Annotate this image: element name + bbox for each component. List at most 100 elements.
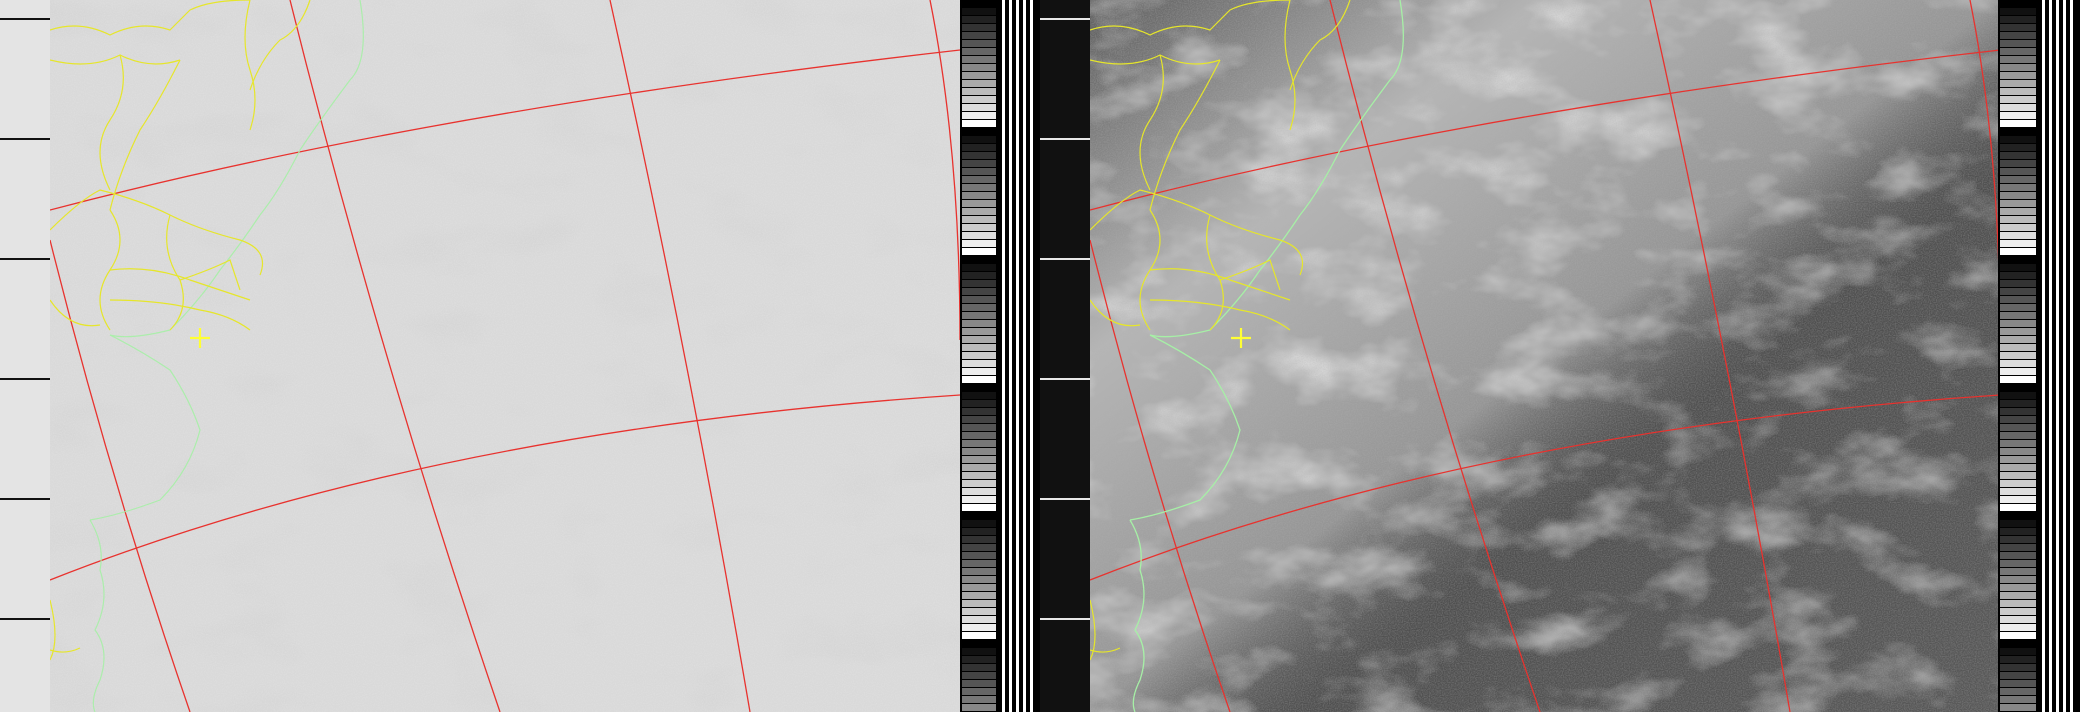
telemetry-wedge xyxy=(2000,136,2036,143)
telemetry-wedge xyxy=(962,120,996,127)
telemetry-wedge xyxy=(2000,400,2036,407)
telemetry-wedge xyxy=(962,144,996,151)
telemetry-wedge xyxy=(962,592,996,599)
telemetry-wedge xyxy=(2000,376,2036,383)
minute-tick xyxy=(0,378,50,380)
telemetry-wedge xyxy=(2000,640,2036,647)
telemetry-wedge xyxy=(2000,512,2036,519)
telemetry-wedge xyxy=(962,512,996,519)
telemetry-wedge xyxy=(962,704,996,711)
telemetry-wedge xyxy=(962,560,996,567)
sync-stripe xyxy=(2042,0,2045,712)
telemetry-wedge xyxy=(2000,304,2036,311)
telemetry-wedge xyxy=(2000,384,2036,391)
telemetry-wedge xyxy=(2000,344,2036,351)
telemetry-wedge xyxy=(962,672,996,679)
telemetry-wedge xyxy=(2000,472,2036,479)
telemetry-wedge xyxy=(962,424,996,431)
telemetry-wedge xyxy=(962,536,996,543)
telemetry-wedge xyxy=(2000,192,2036,199)
telemetry-wedge xyxy=(962,456,996,463)
telemetry-wedge xyxy=(2000,88,2036,95)
minute-tick xyxy=(0,498,50,500)
telemetry-wedge xyxy=(2000,32,2036,39)
telemetry-wedge xyxy=(962,192,996,199)
sync-stripe xyxy=(1023,0,1026,712)
telemetry-wedge xyxy=(2000,528,2036,535)
apt-image xyxy=(0,0,2080,712)
telemetry-wedge xyxy=(962,16,996,23)
sync-background xyxy=(2040,0,2080,712)
telemetry-wedge xyxy=(962,296,996,303)
telemetry-wedge xyxy=(2000,392,2036,399)
telemetry-wedge xyxy=(962,576,996,583)
telemetry-wedge xyxy=(962,664,996,671)
telemetry-wedge xyxy=(962,376,996,383)
telemetry-wedge xyxy=(2000,632,2036,639)
telemetry-wedge xyxy=(2000,552,2036,559)
telemetry-wedge xyxy=(2000,312,2036,319)
telemetry-wedge xyxy=(962,48,996,55)
telemetry-wedge xyxy=(962,640,996,647)
telemetry-wedge xyxy=(2000,432,2036,439)
space-view-b xyxy=(1040,0,1090,712)
telemetry-wedge xyxy=(962,328,996,335)
telemetry-wedges-b xyxy=(1998,0,2040,712)
telemetry-wedge xyxy=(962,544,996,551)
telemetry-wedge xyxy=(962,472,996,479)
telemetry-wedge xyxy=(962,584,996,591)
telemetry-wedge xyxy=(2000,592,2036,599)
telemetry-wedge xyxy=(962,312,996,319)
telemetry-wedge xyxy=(2000,232,2036,239)
telemetry-wedge xyxy=(962,520,996,527)
telemetry-wedge xyxy=(2000,224,2036,231)
telemetry-wedge xyxy=(2000,408,2036,415)
telemetry-wedge xyxy=(962,200,996,207)
telemetry-wedge xyxy=(962,32,996,39)
telemetry-wedge xyxy=(962,408,996,415)
telemetry-wedge xyxy=(962,264,996,271)
telemetry-wedge xyxy=(962,632,996,639)
telemetry-wedge xyxy=(2000,8,2036,15)
telemetry-wedge xyxy=(2000,80,2036,87)
telemetry-wedge xyxy=(2000,656,2036,663)
telemetry-wedge xyxy=(2000,560,2036,567)
telemetry-wedge xyxy=(962,256,996,263)
telemetry-wedge xyxy=(962,160,996,167)
telemetry-wedge xyxy=(2000,424,2036,431)
telemetry-wedge xyxy=(2000,296,2036,303)
minute-tick xyxy=(1040,618,1090,620)
channel-a-image xyxy=(50,0,960,712)
channel-b-image xyxy=(1090,0,1998,712)
space-view-a xyxy=(0,0,50,712)
telemetry-wedge xyxy=(962,480,996,487)
telemetry-wedge xyxy=(962,568,996,575)
telemetry-wedge xyxy=(962,128,996,135)
telemetry-wedge xyxy=(962,0,996,7)
telemetry-wedge xyxy=(2000,568,2036,575)
telemetry-wedge xyxy=(962,360,996,367)
telemetry-wedge xyxy=(962,64,996,71)
telemetry-wedge xyxy=(962,280,996,287)
telemetry-wedge xyxy=(2000,48,2036,55)
telemetry-wedge xyxy=(962,552,996,559)
telemetry-wedge xyxy=(2000,104,2036,111)
telemetry-wedge xyxy=(2000,496,2036,503)
telemetry-wedge xyxy=(2000,112,2036,119)
telemetry-wedge xyxy=(2000,336,2036,343)
telemetry-wedge xyxy=(2000,664,2036,671)
telemetry-wedge xyxy=(962,368,996,375)
telemetry-wedge xyxy=(2000,536,2036,543)
minute-tick xyxy=(1040,498,1090,500)
telemetry-wedge xyxy=(2000,544,2036,551)
telemetry-wedge xyxy=(2000,648,2036,655)
telemetry-wedge xyxy=(962,608,996,615)
telemetry-wedge xyxy=(2000,480,2036,487)
telemetry-wedge xyxy=(2000,600,2036,607)
telemetry-wedge xyxy=(2000,184,2036,191)
telemetry-wedge xyxy=(962,384,996,391)
minute-tick xyxy=(0,138,50,140)
telemetry-wedge xyxy=(2000,368,2036,375)
telemetry-wedge xyxy=(962,696,996,703)
telemetry-wedge xyxy=(962,624,996,631)
